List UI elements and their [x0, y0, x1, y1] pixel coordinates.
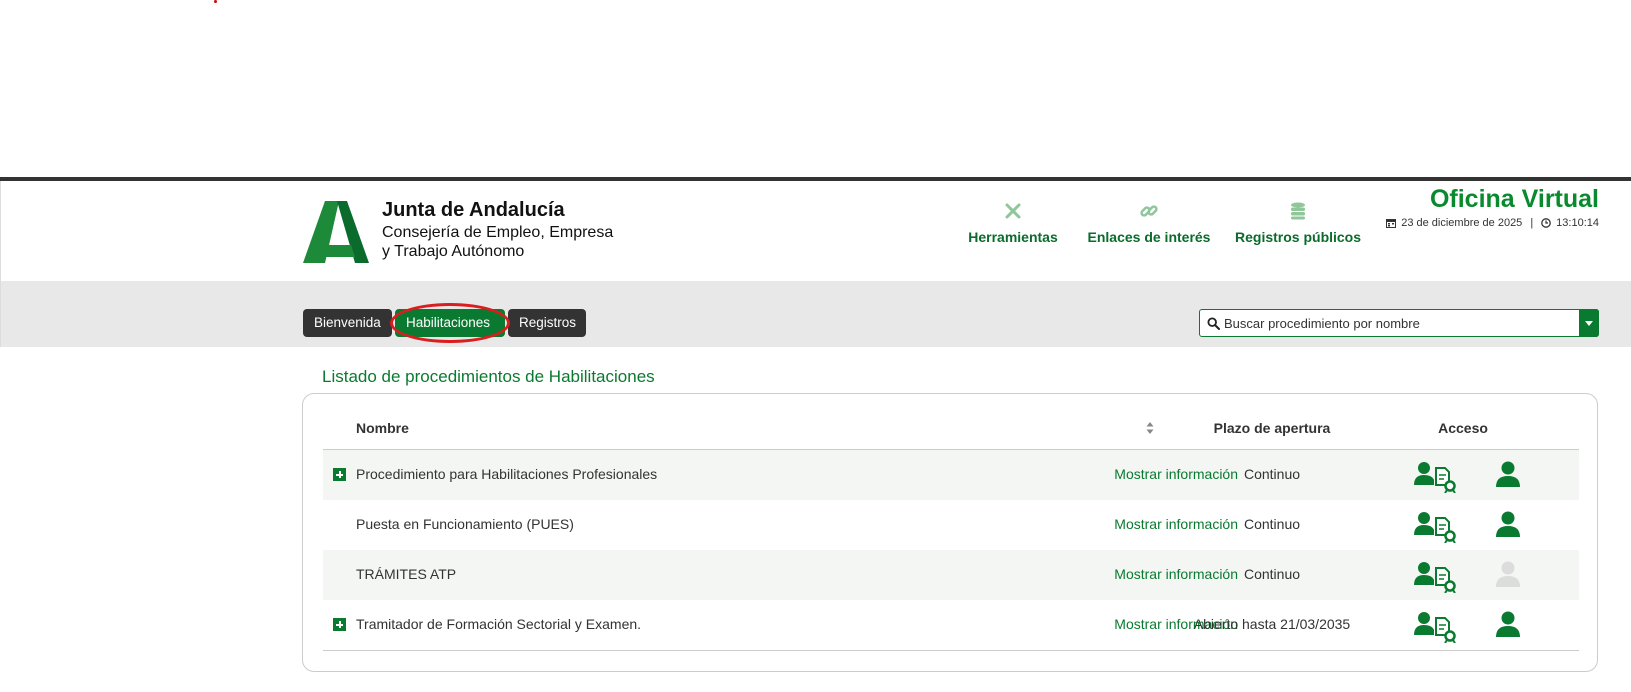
- nav-registros-publicos[interactable]: Registros públicos: [1235, 201, 1361, 245]
- user-access-icon-disabled: [1496, 561, 1520, 587]
- table-row: Puesta en Funcionamiento (PUES) Mostrar …: [323, 500, 1579, 550]
- nav-herramientas[interactable]: Herramientas: [967, 201, 1059, 245]
- site-header: Junta de Andalucía Consejería de Empleo,…: [0, 181, 1631, 281]
- datetime: 23 de diciembre de 2025 | 13:10:14: [1386, 217, 1599, 229]
- procedure-plazo: Continuo: [1243, 566, 1301, 582]
- procedure-name: TRÁMITES ATP: [356, 566, 457, 582]
- search-icon: [1207, 317, 1220, 330]
- nav-label: Herramientas: [968, 229, 1058, 245]
- search-box: [1199, 309, 1599, 337]
- table-row: Tramitador de Formación Sectorial y Exam…: [323, 600, 1579, 650]
- procedure-plazo: Continuo: [1243, 516, 1301, 532]
- procedure-name: Tramitador de Formación Sectorial y Exam…: [356, 616, 642, 632]
- certificate-access-icon[interactable]: [1414, 461, 1456, 493]
- nav-label: Registros públicos: [1235, 229, 1362, 245]
- search-dropdown-button[interactable]: [1579, 309, 1599, 337]
- brand-subtitle: y Trabajo Autónomo: [382, 243, 525, 260]
- certificate-access-icon[interactable]: [1414, 611, 1456, 643]
- procedure-name: Puesta en Funcionamiento (PUES): [356, 516, 574, 532]
- expand-plus-icon[interactable]: [333, 618, 346, 631]
- nav-enlaces[interactable]: Enlaces de interés: [1087, 201, 1211, 245]
- brand-title: Junta de Andalucía: [382, 199, 565, 221]
- certificate-access-icon[interactable]: [1414, 511, 1456, 543]
- current-time: 13:10:14: [1556, 217, 1599, 229]
- table-row: Procedimiento para Habilitaciones Profes…: [323, 450, 1579, 500]
- tab-bar: Bienvenida Habilitaciones Registros: [0, 281, 1631, 347]
- procedure-plazo: Abierto hasta 21/03/2035: [1193, 616, 1351, 632]
- user-access-icon[interactable]: [1495, 461, 1521, 487]
- tab-registros[interactable]: Registros: [508, 309, 586, 337]
- red-mark: [214, 0, 217, 3]
- junta-andalucia-logo[interactable]: [303, 201, 369, 263]
- procedures-table: Nombre Plazo de apertura Acceso Procedim…: [302, 393, 1598, 672]
- procedure-plazo: Continuo: [1243, 466, 1301, 482]
- office-title: Oficina Virtual: [1429, 185, 1599, 213]
- current-date: 23 de diciembre de 2025: [1401, 217, 1523, 229]
- procedure-name: Procedimiento para Habilitaciones Profes…: [356, 466, 658, 482]
- database-icon: [1291, 202, 1305, 220]
- caret-down-icon: [1585, 321, 1593, 326]
- calendar-icon: [1386, 219, 1397, 228]
- table-row: TRÁMITES ATP Mostrar información Continu…: [323, 550, 1579, 600]
- blank-area: [0, 0, 1631, 178]
- user-access-icon[interactable]: [1495, 511, 1521, 537]
- brand-subtitle: Consejería de Empleo, Empresa: [382, 224, 614, 241]
- list-title: Listado de procedimientos de Habilitacio…: [322, 367, 655, 386]
- expand-plus-icon[interactable]: [333, 468, 346, 481]
- divider: [323, 650, 1579, 651]
- tools-icon: [1005, 203, 1021, 219]
- tab-habilitaciones[interactable]: Habilitaciones: [395, 309, 505, 337]
- tab-bienvenida[interactable]: Bienvenida: [303, 309, 392, 337]
- column-header-nombre[interactable]: Nombre: [356, 420, 409, 436]
- separator: |: [1530, 217, 1534, 229]
- nav-label: Enlaces de interés: [1087, 229, 1211, 245]
- column-header-plazo: Plazo de apertura: [1213, 420, 1331, 436]
- user-access-icon[interactable]: [1495, 611, 1521, 637]
- clock-icon: [1541, 218, 1552, 228]
- search-input[interactable]: [1224, 310, 1564, 336]
- certificate-access-icon[interactable]: [1414, 561, 1456, 593]
- column-header-acceso: Acceso: [1438, 420, 1488, 436]
- link-icon: [1140, 205, 1158, 217]
